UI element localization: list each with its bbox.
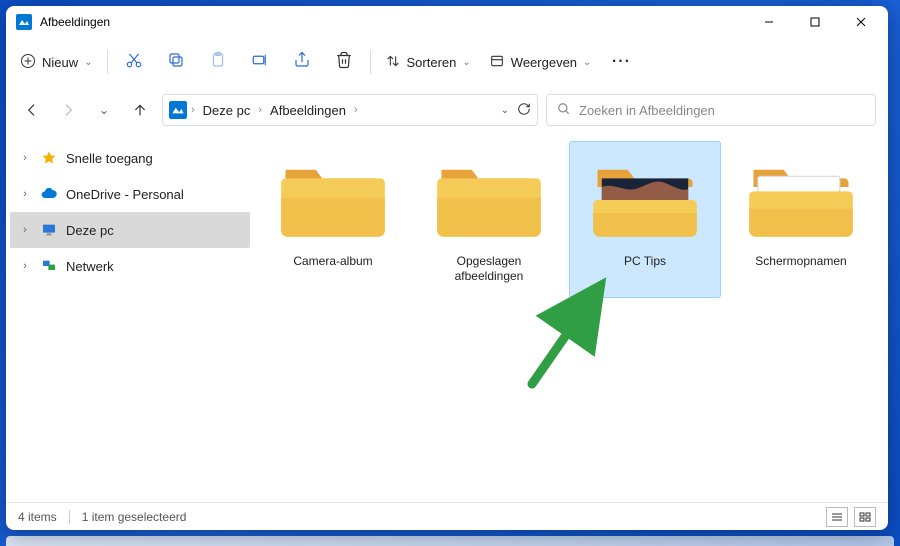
view-button[interactable]: Weergeven ⌄ [481, 44, 600, 80]
network-icon [40, 257, 58, 275]
sort-label: Sorteren [407, 55, 457, 70]
chevron-right-icon: › [354, 104, 358, 116]
view-label: Weergeven [511, 55, 577, 70]
recent-dropdown[interactable]: ⌄ [90, 96, 118, 124]
separator [370, 50, 371, 74]
new-label: Nieuw [42, 55, 78, 70]
sidebar-item-network[interactable]: › Netwerk [10, 248, 250, 284]
close-button[interactable] [838, 6, 884, 38]
separator [107, 50, 108, 74]
sidebar-item-quick-access[interactable]: › Snelle toegang [10, 140, 250, 176]
sidebar: › Snelle toegang › OneDrive - Personal ›… [6, 134, 254, 502]
item-label: Opgeslagen afbeeldingen [419, 254, 559, 284]
cut-button[interactable] [114, 44, 154, 80]
breadcrumb-segment[interactable]: Deze pc [199, 101, 255, 120]
folder-item[interactable]: Schermopnamen [726, 142, 876, 297]
chevron-right-icon[interactable]: › [18, 260, 32, 272]
window-title: Afbeeldingen [40, 15, 746, 29]
explorer-window: Afbeeldingen Nieuw ⌄ [6, 6, 888, 530]
pictures-icon [169, 101, 187, 119]
new-button[interactable]: Nieuw ⌄ [12, 44, 101, 80]
item-count: 4 items [18, 510, 57, 524]
item-grid: Camera-album Opgeslagen afbeeldingen [258, 142, 884, 297]
rename-button[interactable] [240, 44, 280, 80]
taskbar [6, 536, 894, 546]
rename-icon [251, 51, 269, 74]
cut-icon [125, 51, 143, 74]
folder-icon [279, 156, 387, 244]
maximize-button[interactable] [792, 6, 838, 38]
view-icon [489, 53, 505, 72]
sidebar-item-this-pc[interactable]: › Deze pc [10, 212, 250, 248]
chevron-down-icon: ⌄ [84, 57, 92, 68]
search-box[interactable] [546, 94, 876, 126]
chevron-right-icon[interactable]: › [18, 152, 32, 164]
breadcrumb-segment[interactable]: Afbeeldingen [266, 101, 350, 120]
delete-button[interactable] [324, 44, 364, 80]
breadcrumb[interactable]: › Deze pc › Afbeeldingen › ⌄ [162, 94, 538, 126]
delete-icon [335, 51, 353, 74]
details-view-toggle[interactable] [826, 507, 848, 527]
content-area[interactable]: Camera-album Opgeslagen afbeeldingen [254, 134, 888, 502]
folder-icon [591, 156, 699, 244]
chevron-right-icon[interactable]: › [18, 224, 32, 236]
item-label: PC Tips [622, 254, 668, 269]
sidebar-item-label: Netwerk [66, 259, 114, 274]
app-icon [16, 14, 32, 30]
copy-button[interactable] [156, 44, 196, 80]
up-button[interactable] [126, 96, 154, 124]
folder-item[interactable]: Camera-album [258, 142, 408, 297]
more-icon: ··· [612, 53, 631, 71]
share-icon [293, 51, 311, 74]
item-label: Schermopnamen [753, 254, 848, 269]
sidebar-item-onedrive[interactable]: › OneDrive - Personal [10, 176, 250, 212]
chevron-down-icon: ⌄ [462, 57, 470, 68]
separator [69, 510, 70, 524]
chevron-right-icon[interactable]: › [18, 188, 32, 200]
status-bar: 4 items 1 item geselecteerd [6, 502, 888, 530]
sidebar-item-label: OneDrive - Personal [66, 187, 184, 202]
back-button[interactable] [18, 96, 46, 124]
paste-button[interactable] [198, 44, 238, 80]
thumbnail-view-toggle[interactable] [854, 507, 876, 527]
sort-button[interactable]: Sorteren ⌄ [377, 44, 479, 80]
chevron-right-icon: › [258, 104, 262, 116]
search-icon [557, 102, 571, 119]
minimize-button[interactable] [746, 6, 792, 38]
sort-icon [385, 53, 401, 72]
toolbar: Nieuw ⌄ Sorteren ⌄ Weergeve [6, 38, 888, 86]
forward-button[interactable] [54, 96, 82, 124]
share-button[interactable] [282, 44, 322, 80]
address-bar: ⌄ › Deze pc › Afbeeldingen › ⌄ [6, 86, 888, 134]
titlebar: Afbeeldingen [6, 6, 888, 38]
folder-icon [747, 156, 855, 244]
paste-icon [209, 51, 227, 74]
star-icon [40, 149, 58, 167]
folder-item[interactable]: PC Tips [570, 142, 720, 297]
cloud-icon [40, 185, 58, 203]
chevron-down-icon[interactable]: ⌄ [501, 105, 509, 116]
folder-item[interactable]: Opgeslagen afbeeldingen [414, 142, 564, 297]
monitor-icon [40, 221, 58, 239]
folder-icon [435, 156, 543, 244]
refresh-button[interactable] [517, 102, 531, 119]
chevron-right-icon: › [191, 104, 195, 116]
item-label: Camera-album [291, 254, 374, 269]
search-input[interactable] [579, 103, 865, 118]
sidebar-item-label: Snelle toegang [66, 151, 153, 166]
copy-icon [167, 51, 185, 74]
chevron-down-icon: ⌄ [583, 57, 591, 68]
sidebar-item-label: Deze pc [66, 223, 114, 238]
more-button[interactable]: ··· [601, 44, 641, 80]
plus-icon [20, 53, 36, 72]
selection-count: 1 item geselecteerd [82, 510, 187, 524]
